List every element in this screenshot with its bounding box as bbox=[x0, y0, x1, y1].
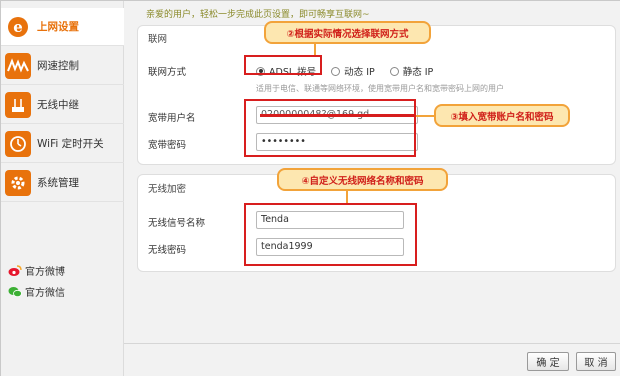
sidebar-item-label: 上网设置 bbox=[37, 21, 79, 33]
wan-mode-label: 联网方式 bbox=[148, 67, 187, 78]
sidebar-item-label: 系统管理 bbox=[37, 177, 79, 189]
wan-mode-hint: 适用于电信、联通等网络环境，使用宽带用户名和宽带密码上网的用户 bbox=[256, 84, 504, 93]
callout-step3: ③填入宽带账户名和密码 bbox=[434, 104, 570, 127]
wifi-ssid-label: 无线信号名称 bbox=[148, 218, 206, 229]
confirm-button[interactable]: 确 定 bbox=[527, 352, 569, 371]
callout-step2: ②根据实际情况选择联网方式 bbox=[264, 21, 431, 44]
radio-static-ip-label: 静态 IP bbox=[402, 67, 434, 78]
radio-dynamic-ip[interactable]: 动态 IP bbox=[331, 64, 375, 78]
router-setup-window: e 上网设置 网速控制 无线中继 WiFi 定时开关 系统管理 官方微博 官方微… bbox=[0, 0, 620, 376]
svg-text:e: e bbox=[13, 18, 23, 36]
radio-dot bbox=[389, 66, 399, 76]
broadband-username-label: 宽带用户名 bbox=[148, 113, 196, 124]
callout-connector bbox=[314, 43, 316, 55]
radio-dot bbox=[331, 66, 341, 76]
speed-wave-icon bbox=[5, 52, 31, 79]
main-content: 亲爱的用户，轻松一步完成此页设置，即可畅享互联网~ 联网 联网方式 ADSL 拨… bbox=[124, 1, 620, 376]
callout-step4: ④自定义无线网络名称和密码 bbox=[277, 168, 448, 191]
wechat-icon bbox=[8, 286, 22, 298]
annotation-box-wan-mode bbox=[244, 55, 322, 75]
wan-section-title: 联网 bbox=[148, 34, 168, 45]
annotation-box-broadband-account bbox=[244, 99, 416, 157]
sidebar-item-label: 无线中继 bbox=[37, 99, 79, 111]
callout-connector bbox=[346, 191, 348, 203]
broadband-password-label: 宽带密码 bbox=[148, 140, 187, 151]
sidebar-item-wireless-repeater[interactable]: 无线中继 bbox=[1, 86, 124, 124]
weibo-icon bbox=[8, 264, 22, 277]
sidebar: e 上网设置 网速控制 无线中继 WiFi 定时开关 系统管理 官方微博 官方微… bbox=[1, 1, 124, 376]
wifi-password-label: 无线密码 bbox=[148, 245, 187, 256]
cancel-button[interactable]: 取 消 bbox=[576, 352, 616, 371]
action-bar: 确 定 取 消 bbox=[124, 343, 620, 376]
weibo-link[interactable]: 官方微博 bbox=[8, 263, 65, 278]
sidebar-item-speed-control[interactable]: 网速控制 bbox=[1, 47, 124, 85]
callout-connector bbox=[416, 115, 436, 117]
sidebar-item-internet-settings[interactable]: e 上网设置 bbox=[1, 8, 124, 46]
intro-text: 亲爱的用户，轻松一步完成此页设置，即可畅享互联网~ bbox=[146, 10, 370, 20]
wechat-label: 官方微信 bbox=[25, 288, 65, 299]
gear-icon bbox=[5, 169, 31, 196]
weibo-label: 官方微博 bbox=[25, 267, 65, 278]
annotation-box-wireless bbox=[244, 203, 417, 266]
ie-globe-icon: e bbox=[5, 13, 31, 40]
wireless-section-title: 无线加密 bbox=[148, 184, 187, 195]
sidebar-item-system-management[interactable]: 系统管理 bbox=[1, 164, 124, 202]
wireless-repeater-icon bbox=[5, 91, 31, 118]
radio-static-ip[interactable]: 静态 IP bbox=[389, 64, 434, 78]
radio-dynamic-ip-label: 动态 IP bbox=[344, 67, 375, 78]
sidebar-item-wifi-timer[interactable]: WiFi 定时开关 bbox=[1, 125, 124, 163]
wechat-link[interactable]: 官方微信 bbox=[8, 284, 65, 299]
sidebar-item-label: 网速控制 bbox=[37, 60, 79, 72]
sidebar-item-label: WiFi 定时开关 bbox=[37, 138, 104, 150]
wifi-timer-icon bbox=[5, 130, 31, 157]
